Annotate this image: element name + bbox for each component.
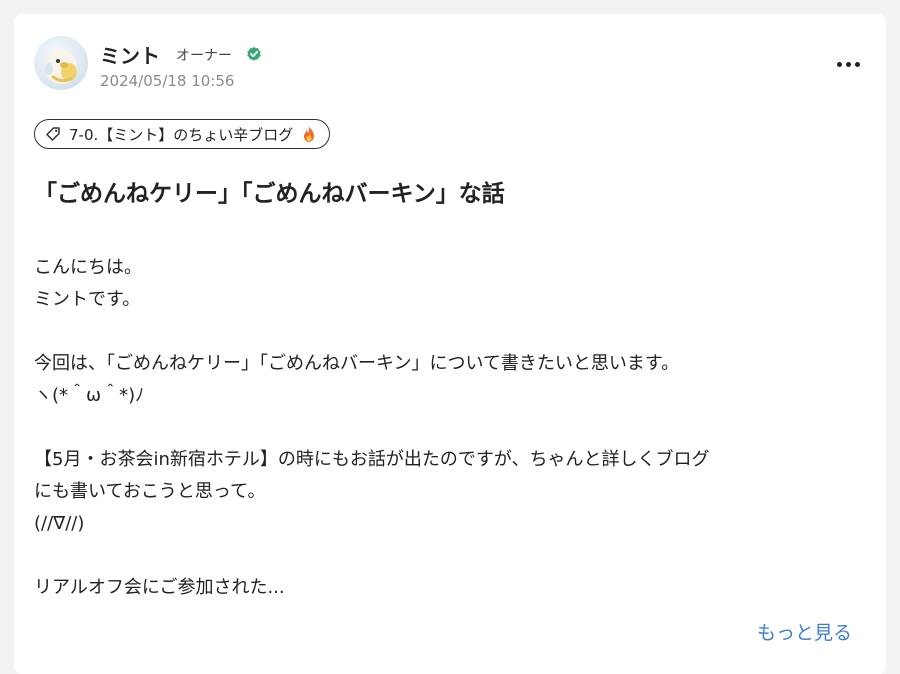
post-title: 「ごめんねケリー」「ごめんねバーキン」な話 (34, 181, 505, 207)
fire-emoji-icon (304, 126, 315, 142)
author-name[interactable]: ミント (100, 40, 160, 69)
post-card: ミント オーナー 2024/05/18 10:56 7-0.【ミント】のちょい辛… (14, 14, 886, 674)
body-line: ミントです。 (34, 289, 141, 310)
body-line: 今回は、「ごめんねケリー」「ごめんねバーキン」について書きたいと思います。 (34, 353, 680, 374)
verified-check-icon (247, 46, 261, 61)
body-line: ヽ(*＾ω＾*)ﾉ (34, 385, 145, 406)
author-avatar[interactable] (34, 36, 88, 90)
body-line: 【5月・お茶会in新宿ホテル】の時にもお話が出たのですが、ちゃんと詳しくブログ (34, 449, 710, 470)
body-line: (//∇//) (34, 513, 85, 534)
more-options-button[interactable] (828, 52, 868, 76)
author-role: オーナー (176, 48, 232, 64)
body-line: にも書いておこうと思って。 (34, 481, 266, 502)
bird-avatar-icon (45, 50, 77, 84)
body-line: こんにちは。 (34, 257, 142, 278)
body-line: リアルオフ会にご参加された... (34, 577, 285, 598)
category-tag[interactable]: 7-0.【ミント】のちょい辛ブログ (34, 119, 331, 149)
more-dot (854, 61, 860, 67)
see-more-link[interactable]: もっと見る (757, 618, 852, 645)
more-horizontal-icon (836, 61, 842, 67)
post-timestamp: 2024/05/18 10:56 (100, 72, 235, 90)
post-body: こんにちは。 ミントです。 今回は、「ごめんねケリー」「ごめんねバーキン」につい… (34, 252, 864, 604)
more-dot (845, 61, 851, 67)
tag-icon (46, 127, 60, 141)
category-tag-label: 7-0.【ミント】のちょい辛ブログ (69, 125, 294, 144)
